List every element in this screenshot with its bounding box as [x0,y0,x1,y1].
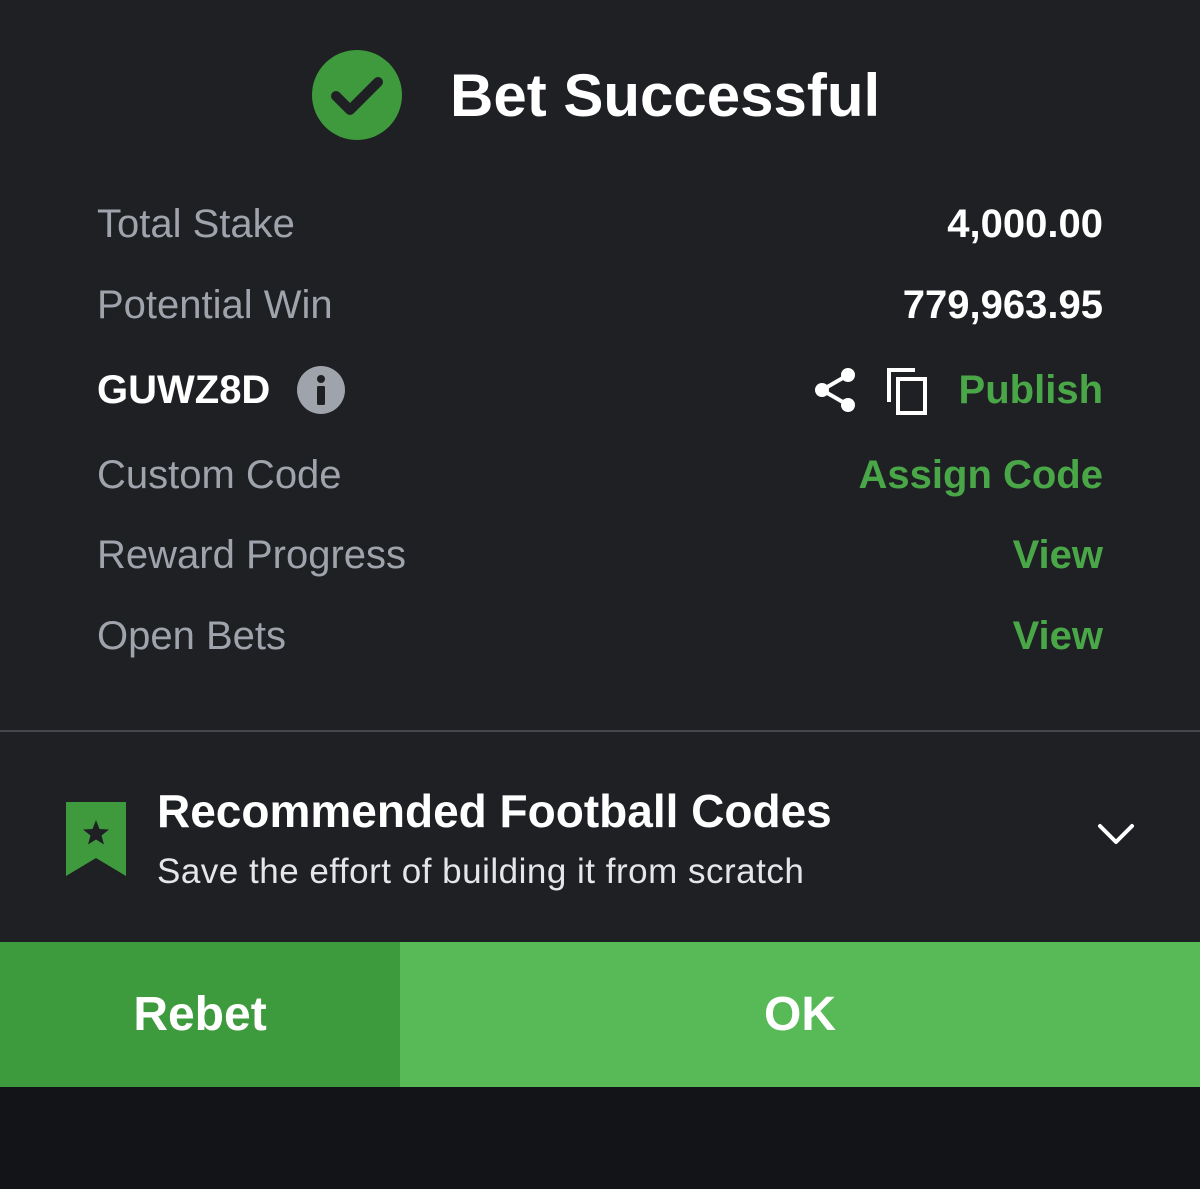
info-icon[interactable] [297,366,345,414]
publish-button[interactable]: Publish [959,360,1103,420]
total-stake-label: Total Stake [97,202,295,246]
bookmark-star-icon [66,802,126,876]
open-bets-label: Open Bets [97,614,287,658]
booking-code: GUWZ8D [97,368,271,412]
total-stake-value: 4,000.00 [947,202,1103,246]
reward-progress-row: Reward Progress View [97,525,1103,585]
potential-win-value: 779,963.95 [902,283,1103,327]
recommended-subtitle: Save the effort of building it from scra… [157,852,805,891]
bottom-bar [0,1087,1200,1189]
share-icon[interactable] [812,366,858,414]
custom-code-label: Custom Code [97,453,342,497]
copy-icon[interactable] [885,366,931,416]
reward-progress-label: Reward Progress [97,533,407,577]
open-bets-row: Open Bets View [97,606,1103,666]
recommended-title: Recommended Football Codes [157,785,832,837]
reward-progress-view-button[interactable]: View [1013,525,1103,585]
potential-win-row: Potential Win 779,963.95 [97,275,1103,335]
total-stake-row: Total Stake 4,000.00 [97,194,1103,254]
rebet-button[interactable]: Rebet [0,942,400,1087]
chevron-down-icon[interactable] [1096,820,1136,850]
recommended-codes-section[interactable]: Recommended Football Codes Save the effo… [0,732,1200,942]
open-bets-view-button[interactable]: View [1013,606,1103,666]
ok-button[interactable]: OK [400,942,1200,1087]
potential-win-label: Potential Win [97,283,333,327]
assign-code-button[interactable]: Assign Code [859,445,1103,505]
custom-code-row: Custom Code Assign Code [97,445,1103,505]
action-buttons: Rebet OK [0,942,1200,1087]
booking-code-row: GUWZ8D Publish [97,360,1103,420]
page-title: Bet Successful [450,62,881,129]
success-header: Bet Successful [0,0,1200,190]
check-circle-icon [312,50,402,140]
